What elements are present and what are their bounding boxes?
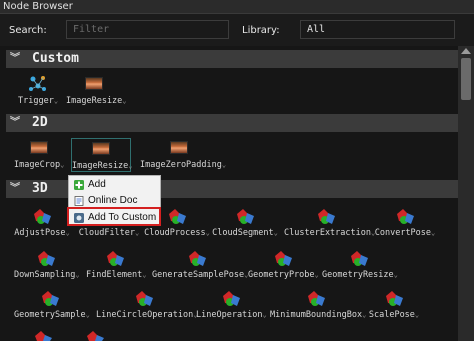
- vertical-scrollbar[interactable]: [458, 46, 474, 341]
- library-label: Library:: [242, 25, 280, 36]
- node-item[interactable]: CloudSegment⌄: [212, 206, 278, 240]
- geometry-icon: [38, 251, 55, 266]
- node-item[interactable]: MinimumBoundingBox⌄: [270, 288, 366, 322]
- scroll-up-icon[interactable]: [461, 48, 471, 54]
- image-icon: [30, 141, 48, 154]
- geometry-icon: [169, 209, 186, 224]
- category-name: 2D: [32, 115, 48, 130]
- node-item[interactable]: Trigger⌄: [18, 74, 58, 108]
- trigger-icon: [29, 76, 46, 91]
- geometry-icon: [223, 291, 240, 306]
- geometry-icon: [397, 209, 414, 224]
- node-item[interactable]: GeometrySample⌄: [14, 288, 90, 322]
- collapse-chevron-icon[interactable]: ︾: [10, 114, 20, 132]
- node-label: MinimumBoundingBox: [270, 310, 363, 320]
- geometry-icon: [35, 331, 52, 341]
- node-label: LineCircleOperation: [96, 310, 194, 320]
- node-label: CloudSegment: [212, 228, 274, 238]
- collapse-chevron-icon[interactable]: ︾: [10, 180, 20, 198]
- node-item[interactable]: AdjustPose⌄: [12, 206, 72, 240]
- image-icon: [92, 142, 110, 155]
- geometry-icon: [34, 209, 51, 224]
- window-title: Node Browser: [0, 0, 474, 14]
- node-label: LineOperation: [196, 310, 263, 320]
- node-item[interactable]: ScalePose⌄: [366, 288, 422, 322]
- filter-bar: Search: Filter Library: All: [0, 14, 474, 46]
- node-item[interactable]: DownSampling⌄: [14, 248, 80, 282]
- search-label: Search:: [9, 25, 47, 36]
- geometry-icon: [189, 251, 206, 266]
- node-label: GeometryProbe: [248, 270, 315, 280]
- node-label: CloudFilter: [78, 228, 136, 238]
- category-name: 3D: [32, 181, 48, 196]
- collapse-chevron-icon[interactable]: ︾: [10, 50, 20, 68]
- node-item-selected[interactable]: ImageResize⌄: [71, 138, 133, 172]
- node-label: ImageResize: [72, 161, 129, 171]
- geometry-icon: [318, 209, 335, 224]
- node-item[interactable]: ImageCrop⌄: [14, 138, 64, 172]
- geometry-icon: [386, 291, 403, 306]
- node-label: GenerateSamplePose: [152, 270, 245, 280]
- geometry-icon: [351, 251, 368, 266]
- node-label: AdjustPose: [14, 228, 66, 238]
- geometry-icon: [42, 291, 59, 306]
- node-label: DownSampling: [14, 270, 76, 280]
- geometry-icon: [275, 251, 292, 266]
- node-item[interactable]: LineOperation⌄: [196, 288, 267, 322]
- node-item[interactable]: ImageResize⌄: [66, 74, 127, 108]
- image-icon: [85, 77, 103, 90]
- node-item[interactable]: ConvertPose⌄: [374, 206, 436, 240]
- node-item[interactable]: ClusterExtraction⌄: [284, 206, 375, 240]
- geometry-icon: [136, 291, 153, 306]
- menu-item-add[interactable]: Add: [69, 177, 160, 193]
- highlight-box: [67, 207, 161, 226]
- node-label: ImageResize: [66, 96, 123, 106]
- node-item[interactable]: FindElement⌄: [86, 248, 147, 282]
- scroll-thumb[interactable]: [461, 58, 471, 100]
- node-label: ConvertPose: [374, 228, 432, 238]
- geometry-icon: [87, 331, 104, 341]
- node-item[interactable]: GeometryProbe⌄: [248, 248, 319, 282]
- node-label: ImageZeroPadding: [140, 160, 222, 170]
- node-label: GeometrySample: [14, 310, 86, 320]
- node-label: ScalePose: [368, 310, 415, 320]
- node-label: CloudProcess: [144, 228, 206, 238]
- image-icon: [170, 141, 188, 154]
- node-label: ImageCrop: [14, 160, 61, 170]
- menu-item-label: Online Doc: [88, 195, 138, 206]
- category-name: Custom: [32, 51, 79, 66]
- node-label: GeometryResize: [322, 270, 394, 280]
- geometry-icon: [107, 251, 124, 266]
- node-item[interactable]: GeometryResize⌄: [322, 248, 398, 282]
- category-header-custom[interactable]: ︾ Custom: [6, 50, 458, 68]
- node-item[interactable]: LineCircleOperation⌄: [96, 288, 197, 322]
- node-item[interactable]: GenerateSamplePose⌄: [152, 248, 248, 282]
- menu-item-label: Add: [88, 179, 106, 190]
- node-item[interactable]: ImageZeroPadding⌄: [140, 138, 226, 172]
- geometry-icon: [237, 209, 254, 224]
- geometry-icon: [308, 291, 325, 306]
- library-select[interactable]: All: [300, 20, 455, 39]
- node-label: ClusterExtraction: [284, 228, 371, 238]
- search-input[interactable]: Filter: [66, 20, 229, 39]
- category-header-2d[interactable]: ︾ 2D: [6, 114, 458, 132]
- node-label: Trigger: [18, 96, 54, 106]
- add-icon: [74, 180, 84, 190]
- node-label: FindElement: [86, 270, 143, 280]
- doc-icon: [74, 196, 84, 206]
